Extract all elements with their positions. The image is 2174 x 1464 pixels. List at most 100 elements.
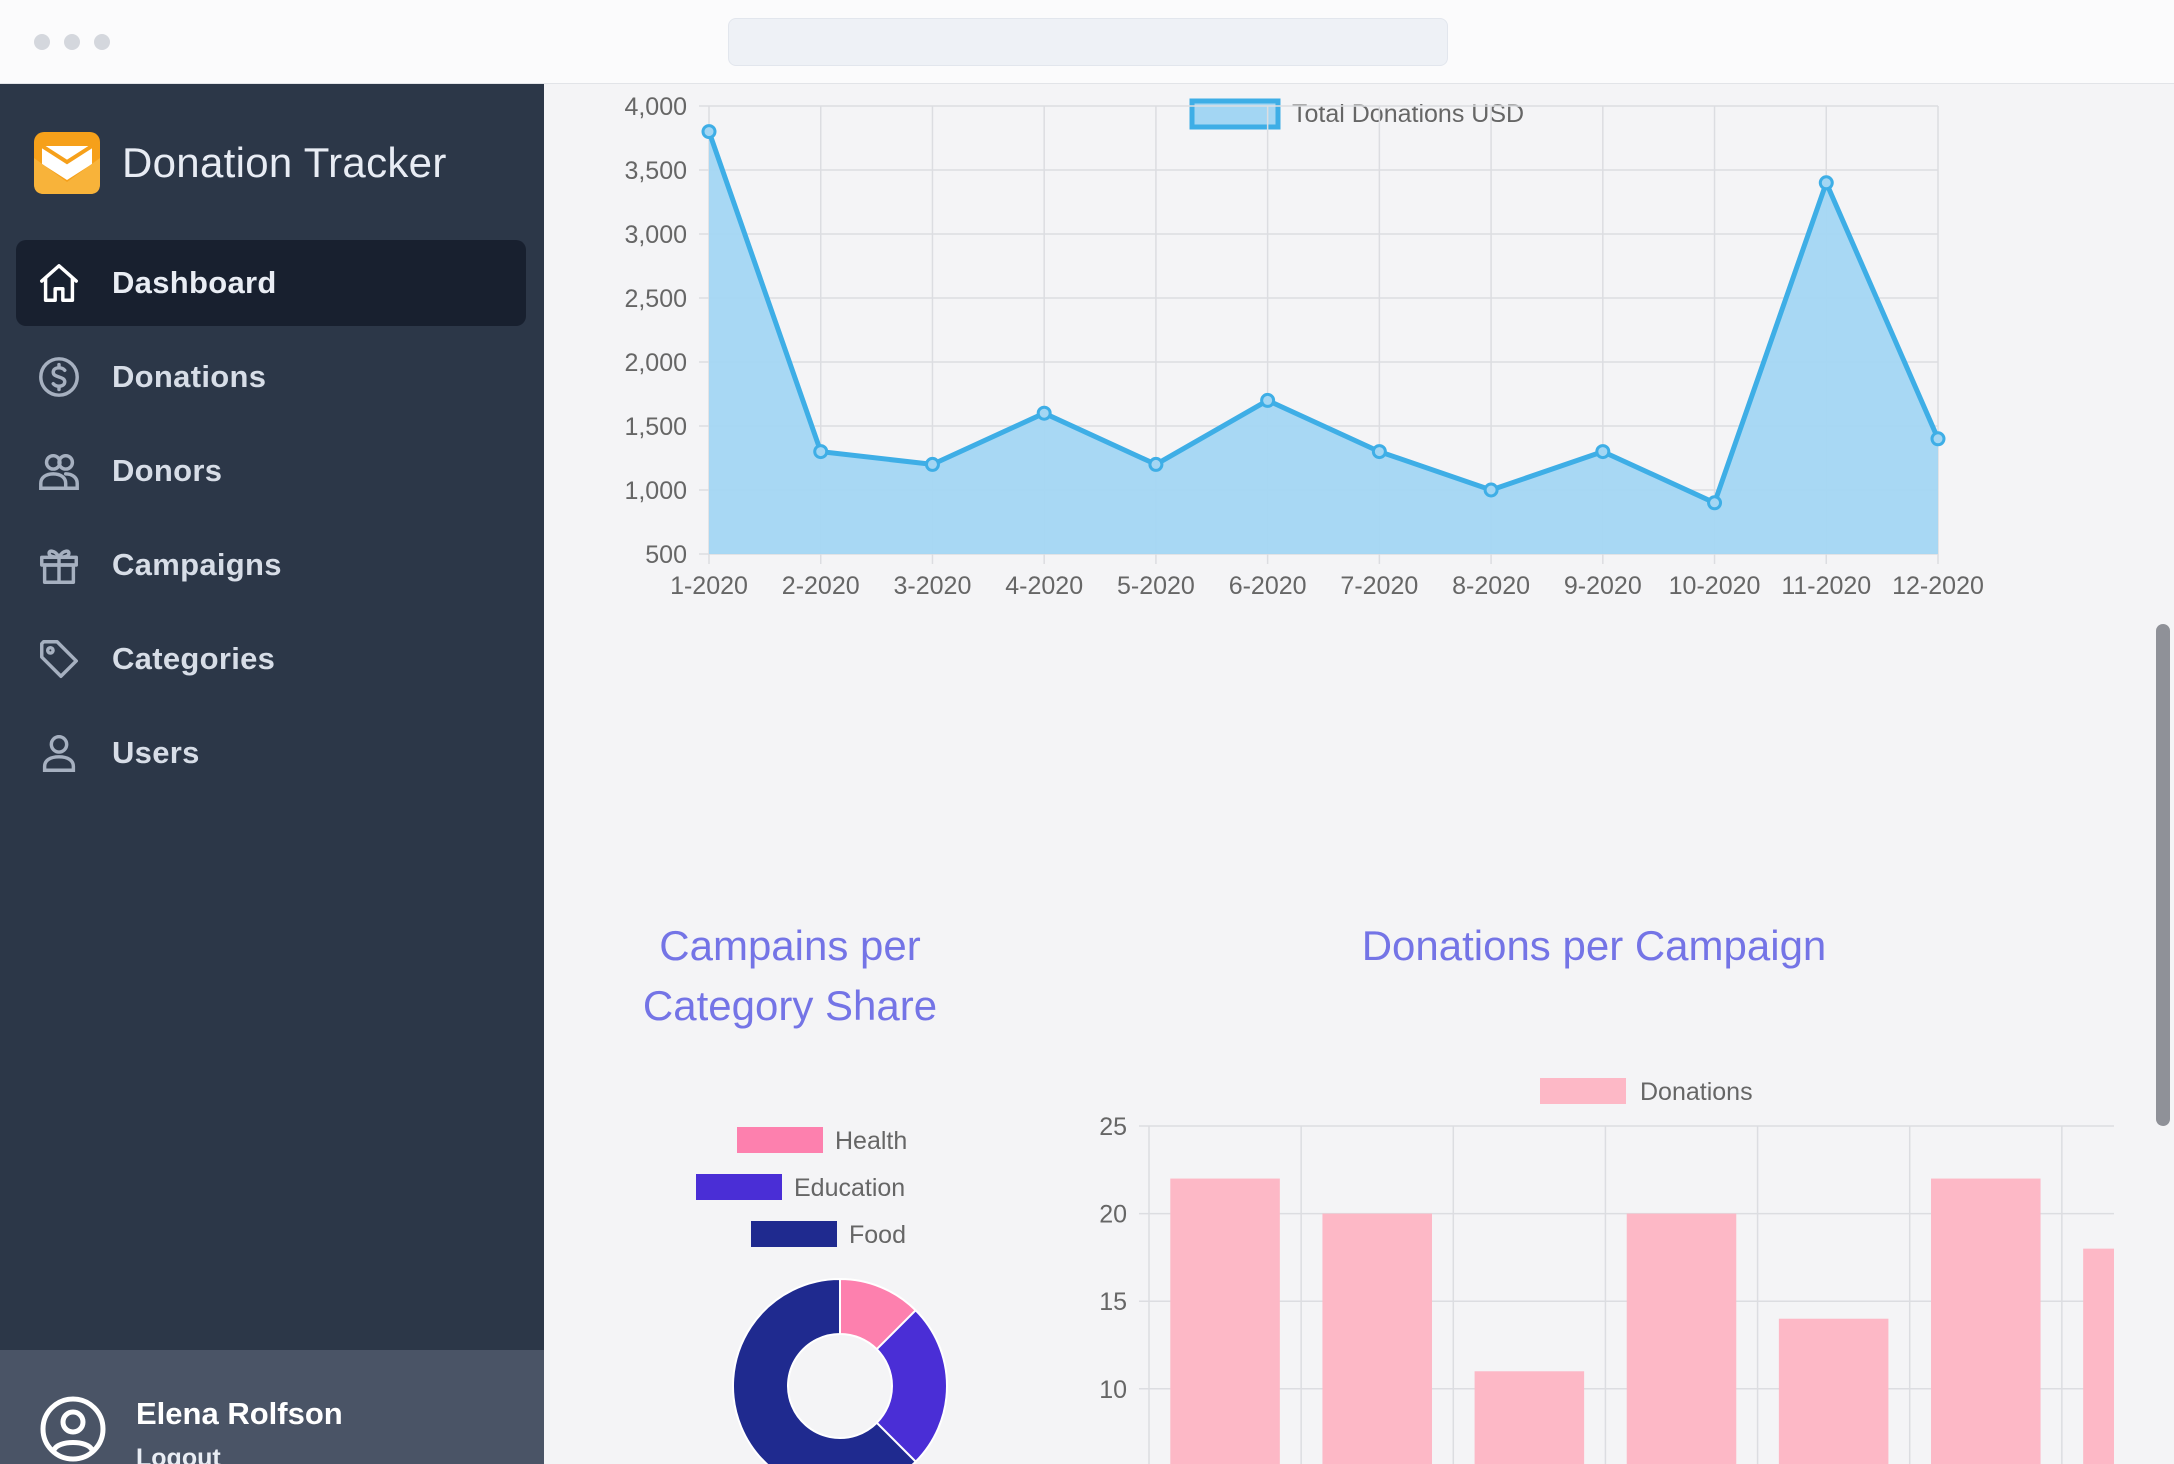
sidebar-item-donors[interactable]: Donors [16, 428, 526, 514]
x-tick-label: 11-2020 [1781, 572, 1871, 600]
x-tick-label: 8-2020 [1452, 572, 1530, 600]
bar[interactable] [1170, 1178, 1280, 1464]
legend-label: Health [835, 1127, 907, 1155]
y-tick-label: 2,500 [624, 285, 687, 313]
legend-label: Education [794, 1174, 905, 1202]
sidebar-item-label: Dashboard [112, 265, 277, 300]
data-point [1260, 392, 1276, 408]
y-tick-label: 20 [1099, 1201, 1127, 1229]
users-icon [36, 448, 82, 494]
y-tick-label: 3,000 [624, 221, 687, 249]
x-tick-label: 7-2020 [1340, 572, 1418, 600]
donations-per-campaign-chart: Donations 252015105 [1099, 1078, 2114, 1464]
bar[interactable] [2083, 1248, 2114, 1464]
user-circle-icon [40, 1396, 106, 1462]
bar[interactable] [1474, 1371, 1585, 1464]
legend-swatch [696, 1174, 782, 1200]
legend-item[interactable]: Health [737, 1127, 907, 1155]
x-tick-label: 2-2020 [782, 572, 860, 600]
sidebar-item-campaigns[interactable]: Campaigns [16, 522, 526, 608]
x-tick-label: 9-2020 [1564, 572, 1642, 600]
bar[interactable] [1626, 1213, 1737, 1464]
pie-title-line-1: Campains per [659, 922, 921, 969]
x-tick-label: 5-2020 [1117, 572, 1195, 600]
y-tick-label: 1,500 [624, 413, 687, 441]
dashboard-content: Total Donations USD 4,000 3,500 3,000 2,500… [544, 84, 2174, 1464]
pie-chart-title: Campains per Category Share [600, 916, 980, 1036]
data-point [1483, 482, 1499, 498]
bar-chart-title: Donations per Campaign [1361, 922, 1827, 969]
legend-item[interactable]: Education [696, 1174, 905, 1202]
data-point [924, 456, 940, 472]
y-tick-label: 1,000 [624, 477, 687, 505]
address-bar[interactable] [728, 18, 1448, 66]
sidebar-item-label: Categories [112, 641, 276, 676]
pie-title-line-2: Category Share [642, 982, 938, 1029]
sidebar-item-dashboard[interactable]: Dashboard [16, 240, 526, 326]
bar[interactable] [1931, 1178, 2041, 1464]
data-point [813, 444, 829, 460]
window-close-dot[interactable] [34, 34, 50, 50]
logout-link[interactable]: Logout [136, 1444, 221, 1464]
sidebar-item-label: Donors [112, 453, 223, 488]
user-name: Elena Rolfson [136, 1396, 343, 1431]
gift-icon [36, 542, 82, 588]
user-icon [36, 730, 82, 776]
y-tick-label: 10 [1099, 1376, 1127, 1404]
sidebar-item-label: Users [112, 735, 200, 770]
legend-swatch [737, 1127, 823, 1153]
y-tick-label: 500 [645, 541, 687, 569]
y-tick-label: 4,000 [624, 93, 687, 121]
window-minimize-dot[interactable] [64, 34, 80, 50]
sidebar-item-label: Donations [112, 359, 267, 394]
data-point [1707, 495, 1723, 511]
bar-chart-legend[interactable]: Donations [1540, 1078, 1753, 1106]
legend-swatch [751, 1221, 837, 1247]
sidebar: Donation Tracker Dashboard Donations Don… [0, 84, 544, 1464]
envelope-logo-icon [34, 132, 100, 194]
window-controls [34, 34, 110, 50]
x-tick-label: 6-2020 [1229, 572, 1307, 600]
y-tick-label: 25 [1099, 1113, 1127, 1141]
legend-swatch [1540, 1078, 1626, 1104]
area-fill [709, 131, 1938, 554]
legend-label: Donations [1640, 1078, 1753, 1106]
sidebar-nav: Dashboard Donations Donors Campaigns Cat… [16, 240, 526, 804]
window-zoom-dot[interactable] [94, 34, 110, 50]
data-point [1371, 444, 1387, 460]
sidebar-item-users[interactable]: Users [16, 710, 526, 796]
legend-item[interactable]: Food [751, 1221, 906, 1249]
legend-label: Total Donations USD [1292, 100, 1524, 128]
sidebar-item-label: Campaigns [112, 547, 282, 582]
y-tick-label: 3,500 [624, 157, 687, 185]
brand[interactable]: Donation Tracker [32, 128, 447, 198]
legend-label: Food [849, 1221, 906, 1249]
data-point [1930, 431, 1946, 447]
x-tick-label: 3-2020 [894, 572, 972, 600]
vertical-scrollbar[interactable] [2156, 624, 2170, 1126]
donations-over-time-chart: Total Donations USD 4,000 3,500 3,000 2,500… [624, 93, 1984, 600]
data-point [701, 124, 717, 140]
y-tick-label: 2,000 [624, 349, 687, 377]
sidebar-item-donations[interactable]: Donations [16, 334, 526, 420]
bar[interactable] [1322, 1213, 1432, 1464]
x-tick-label: 10-2020 [1669, 572, 1761, 600]
app-name: Donation Tracker [122, 139, 447, 186]
tag-icon [36, 636, 82, 682]
sidebar-item-categories[interactable]: Categories [16, 616, 526, 702]
x-tick-label: 1-2020 [670, 572, 748, 600]
data-point [1818, 175, 1834, 191]
data-point [1036, 405, 1052, 421]
user-panel: Elena Rolfson Logout [0, 1350, 544, 1464]
bar[interactable] [1778, 1318, 1889, 1464]
x-tick-label: 12-2020 [1892, 572, 1984, 600]
x-tick-label: 4-2020 [1005, 572, 1083, 600]
y-tick-label: 15 [1099, 1288, 1127, 1316]
dollar-circle-icon [36, 354, 82, 400]
data-point [1595, 444, 1611, 460]
browser-toolbar [0, 0, 2174, 84]
data-point [1148, 456, 1164, 472]
home-icon [36, 260, 82, 306]
category-share-chart: Health Education Food [696, 1127, 948, 1464]
line-chart-legend[interactable]: Total Donations USD [1189, 98, 1524, 130]
